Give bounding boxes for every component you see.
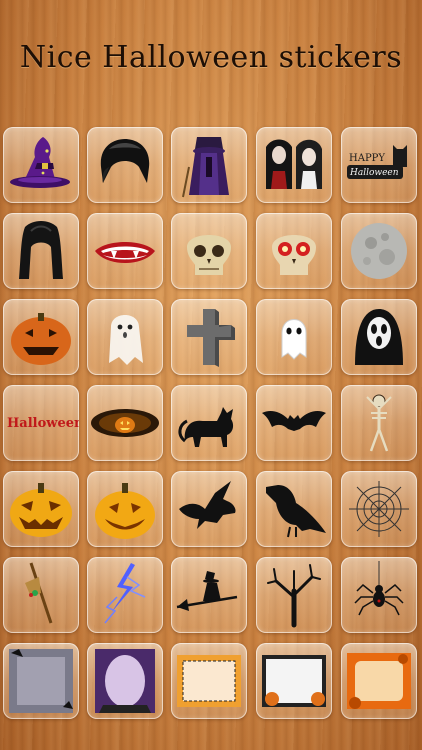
sticker-tile-skeleton[interactable] — [341, 385, 417, 461]
sticker-tile-witch-on-broom[interactable] — [171, 557, 247, 633]
witch-on-broom-icon — [176, 571, 238, 611]
gravestone-cross-icon — [187, 309, 235, 367]
orange-pumpkin-frame-icon — [347, 653, 411, 709]
spider-icon — [354, 561, 404, 616]
sticker-tile-happy-halloween[interactable]: HAPPY Halloween — [341, 127, 417, 203]
sticker-tile-purple-frame[interactable] — [87, 643, 163, 719]
black-wig-icon — [100, 139, 150, 183]
sticker-tile-gravestone-cross[interactable] — [171, 299, 247, 375]
sticker-tile-full-moon[interactable] — [341, 213, 417, 289]
sticker-tile-glowing-jack-o-lantern[interactable] — [3, 471, 79, 547]
sticker-tile-orange-pumpkin-frame[interactable] — [341, 643, 417, 719]
sticker-tile-jack-o-lantern[interactable] — [3, 299, 79, 375]
pumpkin-frame-icon — [262, 655, 326, 707]
sticker-tile-dead-tree[interactable] — [256, 557, 332, 633]
witch-costume-icon — [182, 137, 229, 198]
sticker-tile-grey-frame[interactable] — [3, 643, 79, 719]
black-cat-icon — [178, 407, 234, 447]
sticker-tile-broom[interactable] — [3, 557, 79, 633]
sticker-tile-scream-mask[interactable] — [341, 299, 417, 375]
sticker-tile-skull-red-eyes[interactable] — [256, 213, 332, 289]
dead-tree-icon — [267, 564, 321, 628]
glowing-pumpkin-icon — [91, 409, 159, 437]
bat-icon — [262, 411, 326, 431]
sticker-tile-flying-raven[interactable] — [171, 471, 247, 547]
long-black-hair-icon — [19, 221, 63, 279]
sticker-tile-perched-raven[interactable] — [256, 471, 332, 547]
scream-mask-icon — [355, 309, 403, 365]
vampire-couple-icon — [266, 139, 322, 189]
halloween-red-text: Halloween — [7, 416, 79, 431]
halloween-text: Halloween — [349, 168, 399, 178]
sticker-tile-skull[interactable] — [171, 213, 247, 289]
sticker-tile-witch-costume[interactable] — [171, 127, 247, 203]
sticker-tile-halloween-red-text[interactable]: Halloween — [3, 385, 79, 461]
sticker-tile-grinning-jack-o-lantern[interactable] — [87, 471, 163, 547]
orange-border-frame-icon — [177, 655, 241, 707]
sticker-tile-lightning[interactable] — [87, 557, 163, 633]
skull-icon — [187, 235, 231, 275]
sticker-tile-black-cat[interactable] — [171, 385, 247, 461]
sticker-tile-witch-hat[interactable] — [3, 127, 79, 203]
witch-hat-icon — [10, 137, 70, 188]
sticker-tile-orange-border-frame[interactable] — [171, 643, 247, 719]
small-ghost-icon — [281, 319, 307, 360]
jack-o-lantern-icon — [11, 313, 71, 365]
sticker-tile-white-ghost[interactable] — [87, 299, 163, 375]
sticker-tile-bat[interactable] — [256, 385, 332, 461]
sticker-tile-spider[interactable] — [341, 557, 417, 633]
purple-frame-icon — [95, 649, 155, 713]
spider-web-icon — [349, 481, 409, 537]
skeleton-icon — [366, 394, 392, 452]
sticker-tile-black-wig[interactable] — [87, 127, 163, 203]
grey-frame-icon — [9, 649, 73, 713]
sticker-tile-vampire-couple[interactable] — [256, 127, 332, 203]
sticker-tile-pumpkin-frame[interactable] — [256, 643, 332, 719]
happy-text: HAPPY — [349, 153, 385, 164]
halloween-red-text-icon: Halloween — [7, 416, 79, 431]
sticker-tile-vampire-mouth[interactable] — [87, 213, 163, 289]
sticker-tile-spider-web[interactable] — [341, 471, 417, 547]
perched-raven-icon — [266, 485, 326, 538]
sticker-grid: HAPPY Halloween Halloween — [0, 0, 422, 750]
lightning-icon — [104, 563, 146, 624]
sticker-tile-glowing-pumpkin[interactable] — [87, 385, 163, 461]
broom-icon — [25, 562, 53, 624]
skull-red-eyes-icon — [272, 235, 316, 275]
sticker-tile-small-ghost[interactable] — [256, 299, 332, 375]
grinning-jack-o-lantern-icon — [95, 483, 155, 539]
happy-halloween-text-icon: HAPPY Halloween — [347, 145, 407, 179]
full-moon-icon — [351, 223, 407, 279]
sticker-tile-long-black-hair[interactable] — [3, 213, 79, 289]
vampire-mouth-icon — [95, 242, 155, 263]
flying-raven-icon — [179, 481, 236, 529]
white-ghost-icon — [109, 315, 143, 365]
glowing-jack-o-lantern-icon — [10, 483, 72, 537]
